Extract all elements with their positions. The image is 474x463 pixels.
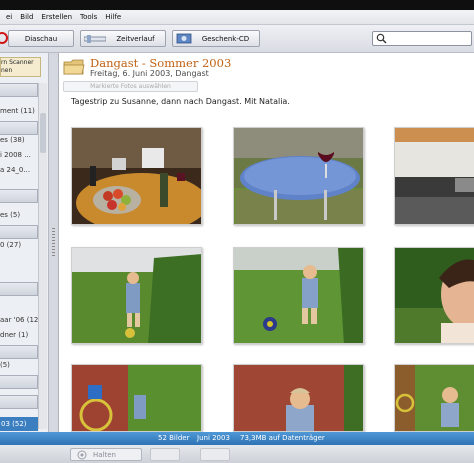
sidebar-item[interactable]: 0 (27) bbox=[0, 241, 21, 249]
timeline-button[interactable]: Zeitverlauf bbox=[80, 30, 166, 47]
photo-thumbnail-kitchen[interactable] bbox=[394, 127, 474, 225]
folder-sidebar: rn Scanner nen ment (11) es (38) i 2008 … bbox=[0, 53, 49, 432]
timeline-icon bbox=[84, 34, 106, 43]
sidebar-group-header[interactable] bbox=[0, 121, 38, 135]
hold-button[interactable]: Halten bbox=[70, 448, 142, 461]
sidebar-item-selected[interactable]: 03 (52) bbox=[0, 417, 38, 431]
gift-cd-button[interactable]: Geschenk-CD bbox=[172, 30, 260, 47]
menu-tools[interactable]: Tools bbox=[76, 13, 101, 21]
photo-image bbox=[234, 365, 363, 431]
sidebar-scrollbar[interactable] bbox=[38, 83, 47, 429]
photo-image bbox=[72, 128, 201, 224]
sidebar-item[interactable]: ment (11) bbox=[0, 107, 35, 115]
sidebar-item[interactable]: a 24_0... bbox=[0, 166, 30, 174]
photo-thumbnail-child-hose[interactable] bbox=[394, 364, 474, 432]
photo-thumbnail-child-brick[interactable] bbox=[233, 364, 364, 432]
menu-create[interactable]: Erstellen bbox=[37, 13, 76, 21]
window-top-strip bbox=[0, 0, 474, 10]
photo-image bbox=[395, 128, 474, 224]
sidebar-group-header[interactable] bbox=[0, 189, 38, 203]
search-input[interactable] bbox=[372, 31, 472, 46]
photo-image bbox=[234, 128, 363, 224]
status-date: Juni 2003 bbox=[197, 434, 230, 442]
splitter-grip[interactable] bbox=[52, 228, 55, 258]
sidebar-group-header[interactable] bbox=[0, 375, 38, 389]
scanner-button-label-1: rn Scanner bbox=[1, 59, 34, 66]
folder-icon bbox=[63, 59, 85, 75]
slideshow-label: Diaschau bbox=[24, 34, 58, 43]
album-description: Tagestrip zu Susanne, dann nach Dangast.… bbox=[71, 97, 290, 106]
tray-button[interactable] bbox=[200, 448, 230, 461]
status-photo-count: 52 Bilder bbox=[158, 434, 190, 442]
scanner-button-label-2: nen bbox=[1, 67, 13, 74]
photo-thumbnail-brick-wall[interactable] bbox=[71, 364, 202, 432]
menu-help[interactable]: Hilfe bbox=[101, 13, 125, 21]
scanner-import-button[interactable]: rn Scanner nen bbox=[0, 57, 41, 77]
photo-thumbnail-table-drinks[interactable] bbox=[71, 127, 202, 225]
photo-thumbnail-child-garden[interactable] bbox=[71, 247, 202, 344]
photo-image bbox=[72, 248, 201, 343]
menubar: ei Bild Erstellen Tools Hilfe bbox=[0, 10, 474, 25]
toolbar: Diaschau Zeitverlauf Geschenk-CD bbox=[0, 25, 474, 53]
timeline-label: Zeitverlauf bbox=[116, 34, 155, 43]
sidebar-group-header[interactable] bbox=[0, 345, 38, 359]
hold-label: Halten bbox=[93, 450, 116, 459]
pane-splitter[interactable] bbox=[49, 53, 59, 432]
menu-picture[interactable]: Bild bbox=[16, 13, 37, 21]
photo-thumbnail-blue-table[interactable] bbox=[233, 127, 364, 225]
photo-image bbox=[395, 365, 474, 431]
search-icon bbox=[376, 33, 387, 44]
slideshow-button[interactable]: Diaschau bbox=[8, 30, 74, 47]
photo-thumbnail-child-lawn[interactable] bbox=[233, 247, 364, 344]
photo-thumbnail-woman[interactable] bbox=[394, 247, 474, 344]
album-title: Dangast - Sommer 2003 bbox=[90, 56, 232, 70]
menu-file[interactable]: ei bbox=[2, 13, 16, 21]
sidebar-item[interactable]: (5) bbox=[0, 361, 10, 369]
sidebar-group-header[interactable] bbox=[0, 225, 38, 239]
status-bar: 52 Bilder Juni 2003 73,3MB auf Datenträg… bbox=[0, 432, 474, 445]
status-disk-size: 73,3MB auf Datenträger bbox=[240, 434, 325, 442]
photo-image bbox=[234, 248, 363, 343]
select-marked-photos-button[interactable]: Markierte Fotos auswählen bbox=[63, 81, 198, 92]
tray-button[interactable] bbox=[150, 448, 180, 461]
sidebar-item[interactable]: i 2008 ... bbox=[0, 151, 31, 159]
photo-image bbox=[395, 248, 474, 343]
sidebar-group-header[interactable] bbox=[0, 282, 38, 296]
sidebar-item[interactable]: es (38) bbox=[0, 136, 25, 144]
red-highlight-circle bbox=[0, 32, 8, 44]
hold-icon bbox=[77, 450, 87, 460]
gift-cd-label: Geschenk-CD bbox=[201, 34, 250, 43]
album-date: Freitag, 6. Juni 2003, Dangast bbox=[90, 69, 209, 78]
bottom-tray: Halten bbox=[0, 445, 474, 463]
sidebar-group-header[interactable] bbox=[0, 83, 38, 97]
photo-image bbox=[72, 365, 201, 431]
sidebar-item[interactable]: es (5) bbox=[0, 211, 20, 219]
gift-cd-icon bbox=[176, 33, 192, 44]
sidebar-item[interactable]: dner (1) bbox=[0, 331, 28, 339]
sidebar-scrollbar-thumb[interactable] bbox=[40, 113, 46, 153]
album-view: Dangast - Sommer 2003 Freitag, 6. Juni 2… bbox=[59, 53, 474, 432]
sidebar-group-header[interactable] bbox=[0, 395, 38, 409]
